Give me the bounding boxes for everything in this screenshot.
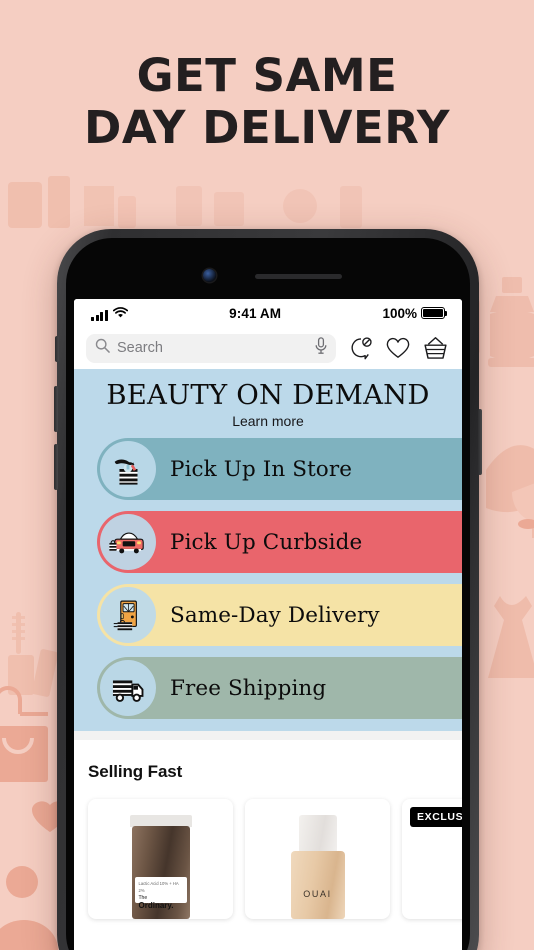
- beauty-advisor-chat-icon[interactable]: [349, 336, 373, 360]
- section-title: Selling Fast: [88, 762, 183, 781]
- learn-more-link[interactable]: Learn more: [74, 413, 462, 429]
- status-badge: EXCLUSIVE: [410, 807, 462, 827]
- pattern-woman-face: [486, 445, 534, 538]
- volume-down-button[interactable]: [54, 444, 58, 490]
- product-image-the-ordinary: Lactic Acid 10% + HA 2% The Ordinary.: [128, 815, 194, 919]
- status-bar: 9:41 AM 100%: [74, 299, 462, 327]
- phone-sensor-row: [74, 247, 462, 299]
- product-image: [445, 815, 463, 919]
- service-label: Free Shipping: [170, 675, 327, 701]
- service-row-pick-up-curbside[interactable]: Pick Up Curbside: [97, 511, 462, 573]
- promo-headline: GET SAME DAY DELIVERY: [0, 50, 534, 154]
- heart-icon[interactable]: [386, 337, 410, 359]
- car-curbside-icon: [100, 514, 156, 570]
- beauty-on-demand-banner: BEAUTY ON DEMAND Learn more: [74, 369, 462, 438]
- battery-percent-label: 100%: [382, 305, 417, 321]
- search-placeholder: Search: [117, 340, 163, 356]
- headline-line-2: DAY DELIVERY: [84, 101, 450, 154]
- hand-shopping-bag-icon: [100, 441, 156, 497]
- selling-fast-section: Selling Fast Lactic Acid 10% + HA 2% The…: [74, 740, 462, 919]
- product-brand-line2: Ordinary.: [138, 901, 174, 910]
- power-button[interactable]: [478, 409, 482, 475]
- service-row-same-day-delivery[interactable]: Same-Day Delivery: [97, 584, 462, 646]
- pattern-dress: [488, 596, 534, 678]
- service-label: Pick Up In Store: [170, 456, 353, 482]
- search-input[interactable]: Search: [86, 333, 336, 363]
- service-options-list: Pick Up In Store Pick Up Curbside Same-D…: [74, 438, 462, 731]
- mute-switch[interactable]: [55, 336, 59, 362]
- phone-screen: 9:41 AM 100% Search BEAUTY ON DEMAND Lea…: [74, 299, 462, 950]
- basket-icon[interactable]: [423, 336, 448, 360]
- product-card[interactable]: EXCLUSIVE: [402, 799, 462, 919]
- service-label: Same-Day Delivery: [170, 602, 380, 628]
- phone-bezel: 9:41 AM 100% Search BEAUTY ON DEMAND Lea…: [66, 238, 470, 950]
- front-camera-icon: [203, 269, 216, 282]
- volume-up-button[interactable]: [54, 386, 58, 432]
- product-card-list: Lactic Acid 10% + HA 2% The Ordinary. OU…: [88, 799, 462, 919]
- product-card[interactable]: OUAI: [245, 799, 390, 919]
- phone-device: 9:41 AM 100% Search BEAUTY ON DEMAND Lea…: [54, 229, 482, 950]
- pattern-shopping-bag: [0, 726, 48, 782]
- banner-title: BEAUTY ON DEMAND: [106, 379, 430, 411]
- service-row-free-shipping[interactable]: Free Shipping: [97, 657, 462, 719]
- earpiece-speaker: [255, 274, 342, 279]
- service-row-pick-up-in-store[interactable]: Pick Up In Store: [97, 438, 462, 500]
- front-door-package-icon: [100, 587, 156, 643]
- app-header: Search: [74, 327, 462, 369]
- status-bar-time: 9:41 AM: [229, 305, 282, 321]
- battery-full-icon: [421, 307, 448, 319]
- microphone-icon[interactable]: [315, 337, 327, 359]
- product-desc: Lactic Acid 10% + HA 2%: [138, 881, 179, 893]
- product-card[interactable]: Lactic Acid 10% + HA 2% The Ordinary.: [88, 799, 233, 919]
- delivery-truck-icon: [100, 660, 156, 716]
- headline-line-1: GET SAME: [136, 49, 398, 102]
- search-icon: [95, 338, 110, 358]
- section-divider: [74, 731, 462, 740]
- service-label: Pick Up Curbside: [170, 529, 363, 555]
- product-brand: OUAI: [303, 889, 332, 899]
- wifi-icon: [112, 306, 128, 321]
- pattern-perfume-bottle: [488, 277, 534, 367]
- product-image-ouai: OUAI: [288, 815, 348, 919]
- cellular-bars-icon: [91, 309, 108, 321]
